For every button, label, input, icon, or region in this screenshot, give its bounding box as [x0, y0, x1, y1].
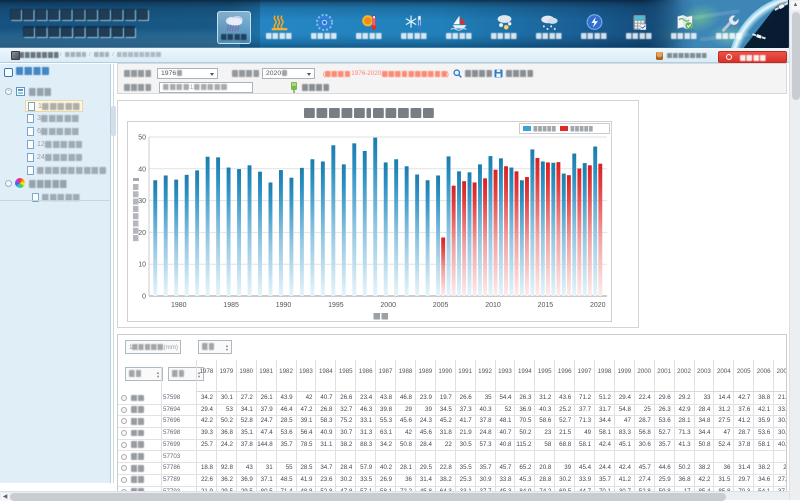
svg-text:1990: 1990 [276, 302, 292, 309]
svg-text:40: 40 [138, 166, 146, 173]
svg-text:1980: 1980 [171, 302, 187, 309]
svg-text:2010: 2010 [485, 302, 501, 309]
svg-text:2005: 2005 [433, 302, 449, 309]
svg-text:50: 50 [138, 135, 146, 142]
svg-text:2020: 2020 [590, 302, 606, 309]
svg-text:30: 30 [138, 198, 146, 205]
svg-text:2015: 2015 [538, 302, 554, 309]
svg-text:0: 0 [142, 294, 146, 301]
svg-text:1995: 1995 [328, 302, 344, 309]
svg-text:20: 20 [138, 230, 146, 237]
svg-text:1985: 1985 [223, 302, 239, 309]
svg-text:2000: 2000 [380, 302, 396, 309]
svg-text:10: 10 [138, 262, 146, 269]
